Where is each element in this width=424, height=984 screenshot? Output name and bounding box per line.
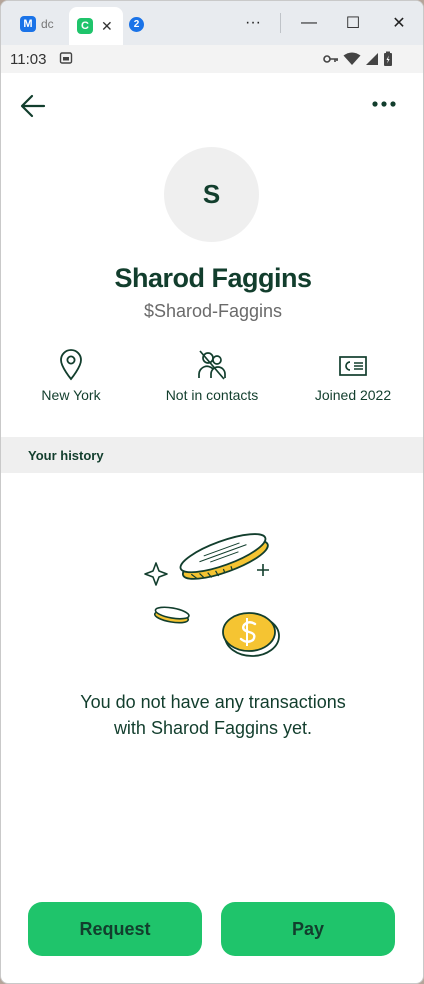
cell-signal-icon	[366, 53, 378, 65]
back-arrow-icon[interactable]	[19, 93, 47, 119]
browser-tab-strip: M dc C ✕ 2 ··· — ☐ ✕	[1, 1, 423, 45]
pay-button[interactable]: Pay	[221, 902, 395, 956]
tab-badge-icon: 2	[129, 16, 144, 32]
info-location-label: New York	[41, 387, 101, 403]
more-options-icon[interactable]: ···	[241, 11, 265, 35]
request-button[interactable]: Request	[28, 902, 202, 956]
tab-close-icon[interactable]: ✕	[101, 18, 113, 35]
status-time: 11:03	[10, 51, 47, 68]
app-window: M dc C ✕ 2 ··· — ☐ ✕ 11:03 S Sharod Fagg…	[0, 0, 424, 984]
status-bar: 11:03	[1, 45, 423, 73]
tab-favicon-m-icon: M	[20, 16, 36, 32]
profile-name: Sharod Faggins	[114, 263, 312, 293]
empty-history-line-1: You do not have any transactions	[80, 692, 346, 712]
close-window-icon[interactable]: ✕	[387, 11, 411, 35]
history-section-header: Your history	[1, 437, 423, 473]
empty-history-message: You do not have any transactions with Sh…	[41, 689, 385, 741]
browser-tab-3[interactable]: 2	[123, 7, 153, 41]
maximize-icon[interactable]: ☐	[341, 11, 365, 35]
status-icons	[323, 51, 393, 67]
empty-history-line-2: with Sharod Faggins yet.	[113, 718, 313, 738]
info-joined: Joined 2022	[283, 349, 423, 403]
toolbar-divider	[280, 13, 281, 33]
avatar: S	[164, 147, 259, 242]
battery-icon	[384, 51, 392, 66]
profile-cashtag: $Sharod-Faggins	[143, 301, 283, 321]
tab-favicon-c-icon: C	[77, 18, 93, 34]
id-card-icon	[339, 356, 367, 376]
vpn-key-icon	[323, 55, 338, 63]
info-contacts: Not in contacts	[142, 349, 282, 403]
coins-illustration	[144, 533, 280, 657]
info-joined-label: Joined 2022	[314, 387, 392, 403]
info-location: New York	[1, 349, 141, 403]
browser-tab-active[interactable]: C ✕	[69, 7, 123, 45]
info-contacts-label: Not in contacts	[165, 387, 259, 403]
sim-card-icon	[59, 52, 73, 64]
minimize-icon[interactable]: —	[297, 11, 321, 35]
more-options-dots-icon[interactable]	[371, 97, 397, 111]
browser-tab-1[interactable]: M dc	[13, 7, 69, 41]
history-title: Your history	[28, 448, 104, 463]
location-pin-icon	[60, 349, 82, 381]
not-in-contacts-icon	[198, 350, 226, 380]
tab-title: dc	[41, 17, 54, 31]
wifi-icon	[343, 52, 361, 65]
